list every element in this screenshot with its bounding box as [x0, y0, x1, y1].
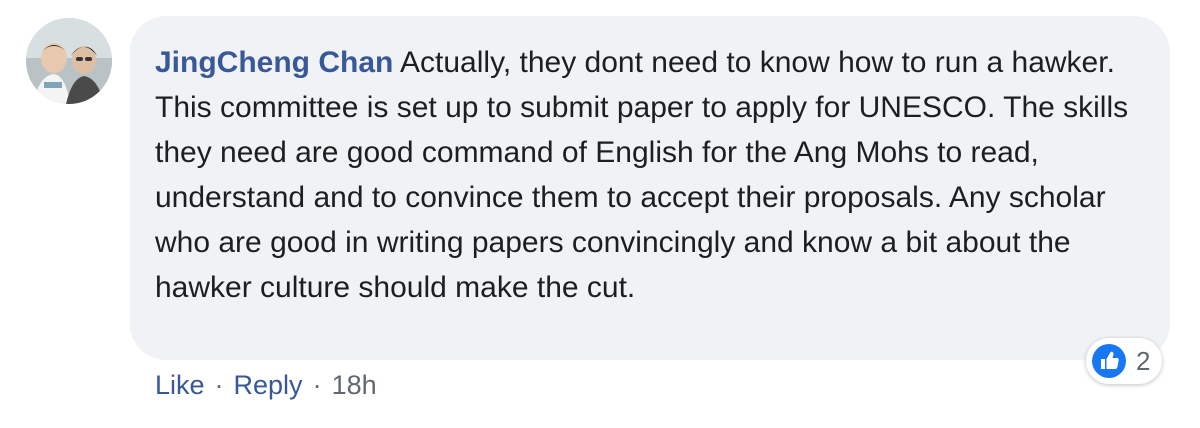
comment-bubble: JingCheng Chan Actually, they dont need … — [130, 16, 1170, 360]
comment-text: Actually, they dont need to know how to … — [155, 46, 1129, 304]
reply-link[interactable]: Reply — [234, 370, 303, 400]
reaction-count: 2 — [1136, 345, 1151, 376]
action-separator: · — [312, 370, 322, 400]
comment-actions: Like · Reply · 18h — [155, 366, 377, 404]
comment-body: JingCheng Chan Actually, they dont need … — [155, 40, 1130, 310]
comment-timestamp[interactable]: 18h — [332, 370, 377, 400]
avatar-photo — [26, 18, 112, 104]
comment-container: JingCheng Chan Actually, they dont need … — [0, 0, 1200, 428]
action-separator: · — [214, 370, 224, 400]
like-icon — [1092, 344, 1126, 378]
comment-author-link[interactable]: JingCheng Chan — [155, 46, 393, 79]
reaction-summary[interactable]: 2 — [1086, 338, 1163, 384]
avatar[interactable] — [26, 18, 112, 104]
like-link[interactable]: Like — [155, 370, 205, 400]
